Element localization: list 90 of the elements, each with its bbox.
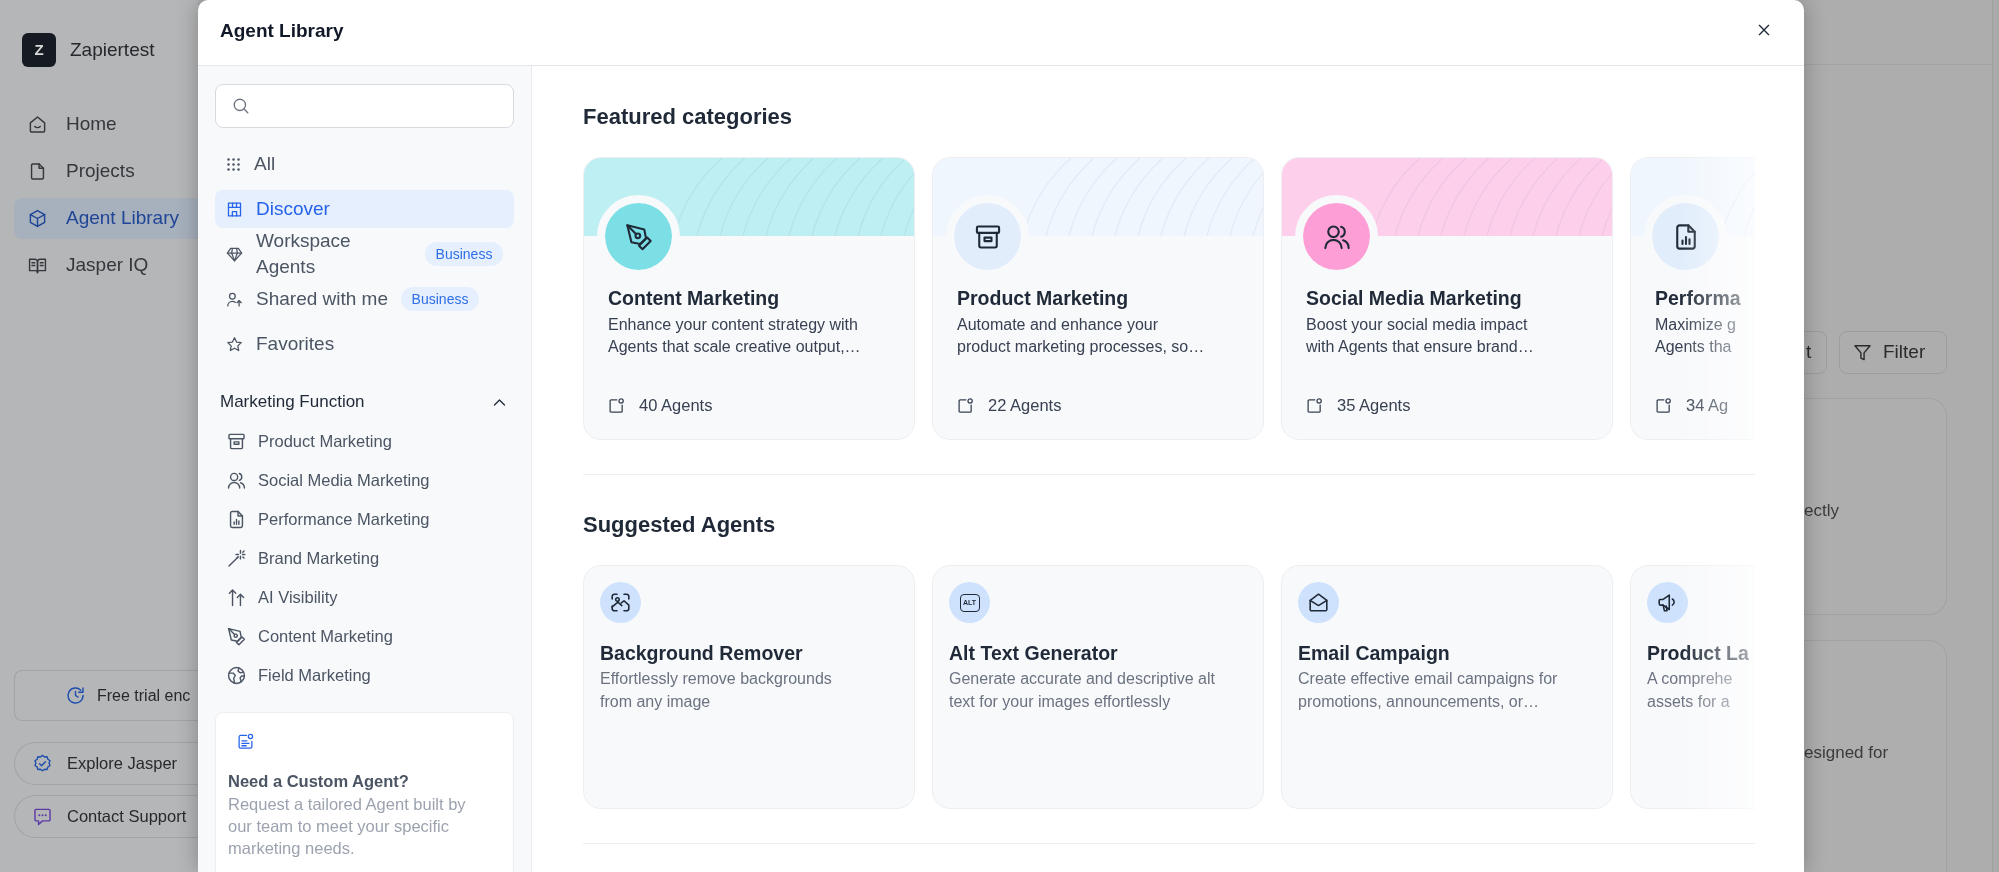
card-text: ectly — [1804, 500, 1840, 522]
section-heading: Suggested Agents — [583, 511, 777, 539]
card-description: Enhance your content strategy with Agents that scale creative output,… — [608, 315, 862, 357]
search-icon — [232, 97, 250, 115]
card-title: Product La — [1647, 641, 1750, 665]
sidebar-item[interactable]: Home — [14, 104, 198, 145]
pen-nib-icon — [227, 627, 246, 646]
filter-item[interactable]: Content Marketing — [215, 617, 514, 656]
book-icon — [28, 256, 47, 275]
filter-item[interactable]: Brand Marketing — [215, 539, 514, 578]
filter-icon — [1853, 343, 1872, 362]
nav-item[interactable]: Shared with me Business — [215, 280, 514, 318]
nav-item[interactable]: Workspace Agents Business — [215, 228, 514, 280]
filter-item[interactable]: Social Media Marketing — [215, 461, 514, 500]
workspace-logo: Z — [22, 33, 56, 67]
square-dot-icon — [1655, 396, 1672, 414]
star-icon — [226, 335, 243, 353]
card-title: Alt Text Generator — [949, 641, 1119, 665]
category-card[interactable]: Performa Maximize g Agents tha 34 Ag — [1630, 157, 1755, 440]
store-icon — [226, 200, 243, 218]
chat-icon — [33, 807, 52, 826]
users-icon — [227, 471, 246, 490]
up-arrows-icon — [227, 588, 246, 607]
card-description: Effortlessly remove backgrounds from any image — [600, 669, 833, 712]
nav-item[interactable]: Favorites — [215, 325, 514, 363]
megaphone-icon — [1647, 582, 1688, 623]
category-card[interactable]: Product Marketing Automate and enhance your product marketing processes, so… 22 Agents — [932, 157, 1264, 440]
agent-card[interactable]: Product La A comprehe assets for a — [1630, 565, 1755, 809]
sidebar-item[interactable]: Projects — [14, 151, 198, 192]
open-envelope-icon — [1298, 582, 1339, 623]
cube-icon — [28, 209, 47, 228]
agent-count: 35 Agents — [1337, 395, 1411, 416]
agent-count: 40 Agents — [639, 395, 713, 416]
close-icon — [1756, 22, 1772, 38]
card-text: esigned for — [1804, 742, 1890, 765]
magic-wand-icon — [227, 549, 246, 568]
toolbar-button[interactable]: Filter — [1839, 331, 1947, 374]
card-description: Generate accurate and descriptive alt text for your images effortlessly — [949, 669, 1216, 712]
workspace-name: Zapiertest — [70, 38, 155, 62]
category-card[interactable]: Social Media Marketing Boost your social media impact with Agents that ensure brand… 35 Agents — [1281, 157, 1613, 440]
nav-item[interactable]: All — [215, 145, 514, 183]
square-dot-icon — [1306, 396, 1323, 414]
section-toggle[interactable]: Marketing Function — [215, 390, 514, 414]
footer-button[interactable]: Explore Jasper — [14, 742, 198, 785]
filter-item[interactable]: Performance Marketing — [215, 500, 514, 539]
agent-count: 34 Ag — [1686, 395, 1729, 416]
home-icon — [28, 115, 47, 134]
card-description: Automate and enhance your product marketing processes, so… — [957, 315, 1206, 357]
plan-badge: Business — [401, 287, 479, 311]
card-description: Maximize g Agents tha — [1655, 315, 1737, 357]
card-description: A comprehe assets for a — [1647, 669, 1734, 712]
filter-item[interactable]: Product Marketing — [215, 422, 514, 461]
image-icon — [600, 582, 641, 623]
diamond-icon — [226, 245, 243, 263]
section-heading: Featured categories — [583, 103, 794, 131]
sidebar-item[interactable]: Jasper IQ — [14, 245, 198, 286]
agent-card[interactable]: Email Campaign Create effective email campaigns for promotions, announcements, or… — [1281, 565, 1613, 809]
card-description: Boost your social media impact with Agents that ensure brand… — [1306, 315, 1535, 357]
clock-icon — [66, 686, 85, 705]
filter-item[interactable]: AI Visibility — [215, 578, 514, 617]
chart-file-icon — [227, 510, 246, 529]
card-title: Performa — [1655, 286, 1742, 310]
badge-check-icon — [33, 754, 52, 773]
note-icon — [237, 733, 254, 750]
card-title: Background Remover — [600, 641, 804, 665]
filter-item[interactable]: Field Marketing — [215, 656, 514, 695]
user-arrow-icon — [226, 290, 243, 308]
sidebar-item[interactable]: Agent Library — [14, 198, 198, 239]
promo-text: Request a tailored Agent built by our team to meet your specific marketing needs. — [228, 794, 467, 859]
card-title: Content Marketing — [608, 286, 781, 310]
modal-title: Agent Library — [220, 19, 344, 43]
plan-badge: Business — [425, 242, 503, 266]
nav-item[interactable]: Discover — [215, 190, 514, 228]
card-title: Social Media Marketing — [1306, 286, 1523, 310]
card-description: Create effective email campaigns for promotions, announcements, or… — [1298, 669, 1559, 712]
search-field[interactable] — [215, 84, 514, 128]
toolbar-button[interactable]: t — [1804, 331, 1827, 374]
square-dot-icon — [608, 396, 625, 414]
promo-title: Need a Custom Agent? — [228, 771, 410, 792]
category-card[interactable]: Content Marketing Enhance your content strategy with Agents that scale creative output,… 40 Agents — [583, 157, 915, 440]
card-title: Product Marketing — [957, 286, 1130, 310]
card-title: Email Campaign — [1298, 641, 1451, 665]
footer-button[interactable]: Free trial enc — [14, 670, 198, 721]
globe-icon — [227, 666, 246, 685]
agent-count: 22 Agents — [988, 395, 1062, 416]
grid-icon — [226, 156, 241, 172]
agent-card[interactable]: Background Remover Effortlessly remove backgrounds from any image — [583, 565, 915, 809]
square-dot-icon — [957, 396, 974, 414]
archive-box-icon — [227, 432, 246, 451]
file-icon — [28, 162, 47, 181]
